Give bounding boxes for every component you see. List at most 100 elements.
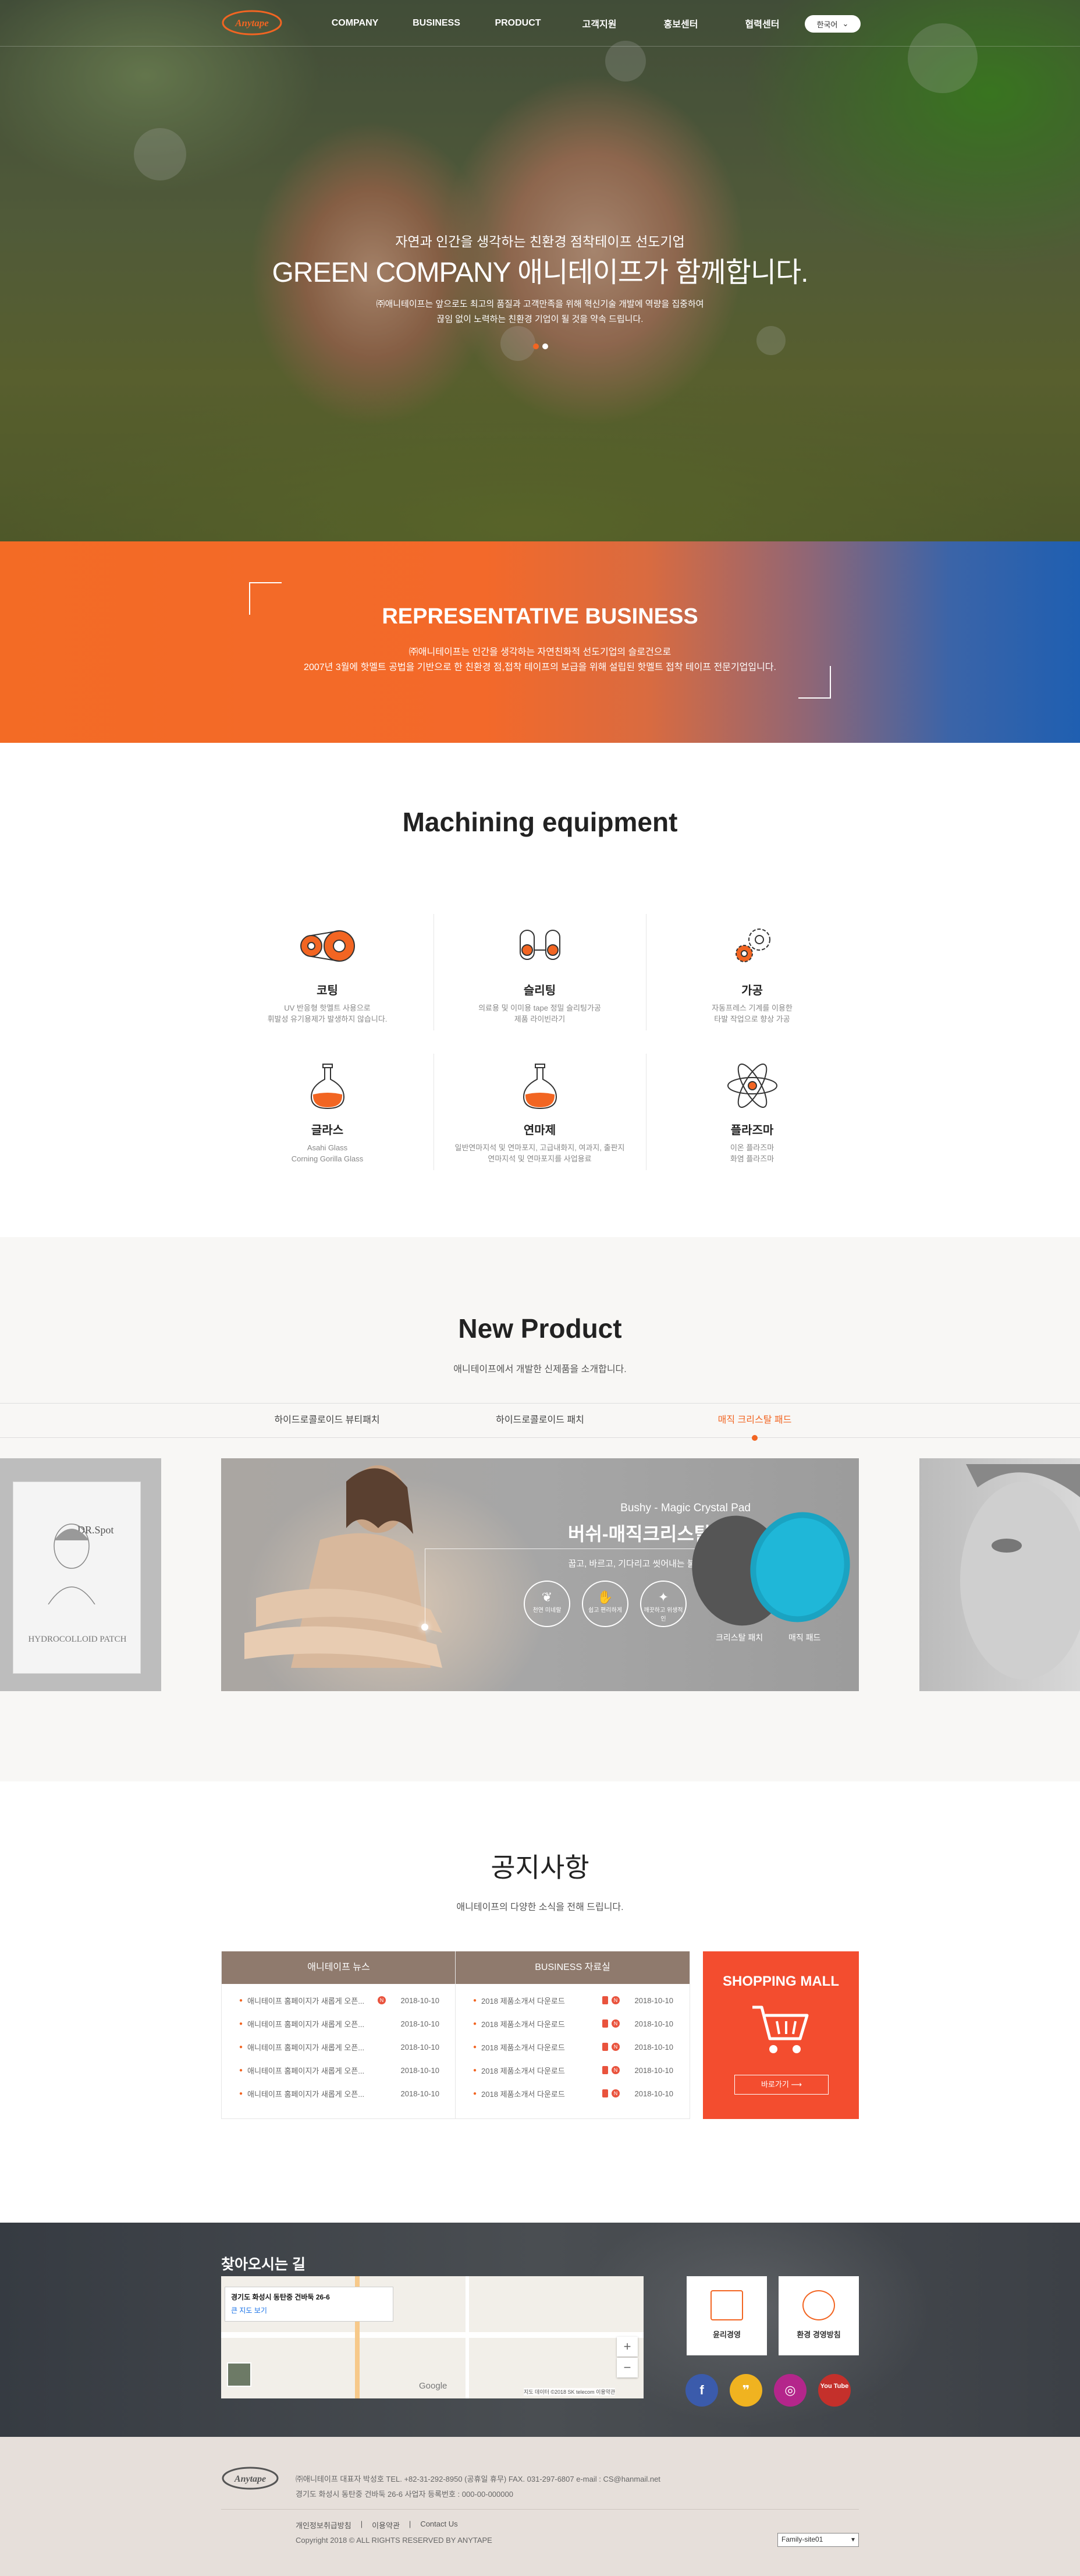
list-item[interactable]: ●애니테이프 홈페이지가 새롭게 오픈...N2018-10-10 xyxy=(222,2058,456,2082)
item-title: 2018 제품소개서 다운로드 xyxy=(481,2043,565,2052)
item-title: 애니테이프 홈페이지가 새롭게 오픈... xyxy=(247,2019,365,2029)
nav-product[interactable]: PRODUCT xyxy=(477,18,559,29)
bullet-icon: ● xyxy=(473,2043,477,2050)
list-item[interactable]: ●애니테이프 홈페이지가 새롭게 오픈...N2018-10-10 xyxy=(222,1989,456,2012)
new-badge-icon: N xyxy=(612,2089,620,2097)
machining-item-name: 플라즈마 xyxy=(730,1124,774,1137)
item-title: 2018 제품소개서 다운로드 xyxy=(481,2089,565,2099)
item-date: 2018-10-10 xyxy=(634,2019,674,2028)
facebook-icon[interactable]: f xyxy=(685,2374,718,2407)
active-tab-indicator xyxy=(752,1435,758,1441)
rep-desc-line: ㈜애니테이프는 인간을 생각하는 자연친화적 선도기업의 슬로건으로 xyxy=(408,647,672,657)
flask-icon xyxy=(310,1064,344,1110)
language-select[interactable]: 한국어 ⌄ xyxy=(805,15,861,33)
nav-partner-center[interactable]: 협력센터 xyxy=(722,16,803,30)
new-product-title: New Product xyxy=(458,1313,622,1344)
atom-icon xyxy=(727,1063,777,1108)
list-item[interactable]: ●애니테이프 홈페이지가 새롭게 오픈...N2018-10-10 xyxy=(222,2082,456,2105)
site-header: Anytape COMPANY BUSINESS PRODUCT 고객지원 홍보… xyxy=(0,0,1080,47)
shopping-mall-box[interactable]: SHOPPING MALL 바로가기 ⟶ xyxy=(703,1951,859,2119)
model-silhouette xyxy=(244,1465,442,1668)
list-item[interactable]: ● 2018 제품소개서 다운로드 N 2018-10-10 xyxy=(456,2035,690,2058)
file-icon xyxy=(602,2066,608,2074)
new-badge-icon: N xyxy=(612,1996,620,2004)
list-item[interactable]: ● 2018 제품소개서 다운로드 N 2018-10-10 xyxy=(456,2058,690,2082)
map-zoom-in-button[interactable]: + xyxy=(617,2337,638,2357)
item-title: 2018 제품소개서 다운로드 xyxy=(481,2066,565,2075)
board-header[interactable]: BUSINESS 자료실 xyxy=(456,1951,690,1984)
family-site-select[interactable]: Family-site01 ▾ xyxy=(777,2533,859,2547)
list-item[interactable]: ● 2018 제품소개서 다운로드 N 2018-10-10 xyxy=(456,1989,690,2012)
list-item[interactable]: ● 2018 제품소개서 다운로드 N 2018-10-10 xyxy=(456,2012,690,2035)
new-product-section: New Product 애니테이프에서 개발한 신제품을 소개합니다. 하이드로… xyxy=(0,1237,1080,1781)
youtube-icon[interactable]: You Tube xyxy=(818,2374,851,2407)
bullet-icon: ● xyxy=(239,2067,243,2074)
nav-support[interactable]: 고객지원 xyxy=(559,16,640,30)
product-card-main[interactable]: Bushy - Magic Crystal Pad 버쉬-매직크리스탈 패드 꿉… xyxy=(221,1458,859,1691)
bullet-icon: ● xyxy=(473,2067,477,2074)
board-list: ● 애니테이프 홈페이지가 새롭게 오픈... N 2018-10-10 ● 애니테이프… xyxy=(222,1984,456,2105)
new-badge-icon: N xyxy=(612,2066,620,2074)
machining-item-slitting[interactable]: 슬리팅 의료용 및 이미용 tape 정밀 슬리팅가공 제품 라이빈라기 xyxy=(434,908,646,1036)
list-item[interactable]: ●애니테이프 홈페이지가 새롭게 오픈...N2018-10-10 xyxy=(222,2012,456,2035)
map-satellite-toggle[interactable] xyxy=(227,2362,251,2387)
machining-item-processing[interactable]: 가공 자동프레스 기계를 이용한 타발 작업으로 향상 가공 xyxy=(646,908,858,1036)
chevron-down-icon: ⌄ xyxy=(842,19,849,28)
machining-item-glass[interactable]: 글라스 Asahi Glass Corning Gorilla Glass xyxy=(221,1048,434,1176)
tab-beauty-patch[interactable]: 하이드로콜로이드 뷰티패치 xyxy=(246,1404,408,1437)
list-item[interactable]: ● 2018 제품소개서 다운로드 N 2018-10-10 xyxy=(456,2082,690,2105)
footer-logo[interactable]: Anytape xyxy=(221,2465,279,2492)
product-card-next[interactable] xyxy=(919,1458,1080,1691)
instagram-icon[interactable]: ◎ xyxy=(774,2374,807,2407)
hero-dot-1[interactable] xyxy=(533,343,539,349)
privacy-policy-link[interactable]: 개인정보취급방침 xyxy=(296,2520,351,2531)
environment-policy-box[interactable]: 환경 경영방침 xyxy=(779,2276,859,2355)
map-address: 경기도 화성시 동탄중 건바둑 26-6 xyxy=(231,2293,330,2301)
item-date: 2018-10-10 xyxy=(634,2065,674,2075)
hero-dot-2[interactable] xyxy=(542,343,548,349)
directions-title: 찾아오시는 길 xyxy=(221,2256,305,2273)
shop-title: SHOPPING MALL xyxy=(722,1973,839,1989)
feature-circle: ✦ 깨끗하고 위생적인 xyxy=(640,1581,687,1627)
hand-icon: ✋ xyxy=(597,1590,613,1604)
tab-magic-crystal-pad[interactable]: 매직 크리스탈 패드 xyxy=(673,1404,836,1437)
chevron-down-icon: ▾ xyxy=(851,2535,855,2543)
ethics-management-box[interactable]: 윤리경영 xyxy=(687,2276,767,2355)
machining-item-coating[interactable]: 코팅 UV 반응형 핫멜트 사용으로 휘발성 유기용제가 발생하지 않습니다. xyxy=(221,908,434,1036)
hero-desc-line: ㈜애니테이프는 앞으로도 최고의 품질과 고객만족을 위해 혁신기술 개발에 역… xyxy=(376,299,704,309)
bullet-icon: ● xyxy=(473,2090,477,2097)
product-tabs: 하이드로콜로이드 뷰티패치 하이드로콜로이드 패치 매직 크리스탈 패드 xyxy=(0,1403,1080,1438)
family-site-label: Family-site01 xyxy=(781,2535,823,2543)
hero-desc-line: 끊임 없이 노력하는 친환경 기업이 될 것을 약속 드립니다. xyxy=(436,314,644,324)
machining-item-plasma[interactable]: 플라즈마 이온 플라즈마 화염 플라즈마 xyxy=(646,1048,858,1176)
hero-pagination xyxy=(533,343,548,349)
representative-business: REPRESENTATIVE BUSINESS ㈜애니테이프는 인간을 생각하는… xyxy=(0,541,1080,743)
coating-roller-icon xyxy=(300,930,355,962)
map-road xyxy=(466,2276,469,2398)
company-info: ㈜애니테이프 대표자 박성호 TEL. +82-31-292-8950 (공휴일… xyxy=(296,2475,660,2483)
hero-title: GREEN COMPANY 애니테이프가 함께합니다. xyxy=(272,257,808,288)
shop-go-button[interactable]: 바로가기 ⟶ xyxy=(734,2075,829,2095)
list-item[interactable]: ●애니테이프 홈페이지가 새롭게 오픈...N2018-10-10 xyxy=(222,2035,456,2058)
nav-company[interactable]: COMPANY xyxy=(314,18,396,29)
product-card-prev[interactable]: DR.Spot HYDROCOLLOID PATCH xyxy=(0,1458,161,1691)
desc-line: 의료용 및 이미용 tape 정밀 슬리팅가공 xyxy=(478,1004,601,1012)
logo[interactable]: Anytape xyxy=(221,8,283,37)
machining-item-abrasive[interactable]: 연마제 일반연마지석 및 연마포지, 고급내화지, 여과지, 출판지 연마지석 … xyxy=(434,1048,646,1176)
contact-link[interactable]: Contact Us xyxy=(420,2520,457,2531)
terms-link[interactable]: 이용약관 xyxy=(372,2520,400,2531)
map-embed[interactable]: 경기도 화성시 동탄중 건바둑 26-6 큰 지도 보기 + − Google … xyxy=(221,2276,644,2398)
map-zoom-out-button[interactable]: − xyxy=(617,2358,638,2377)
nav-pr-center[interactable]: 홍보센터 xyxy=(640,16,722,30)
machining-item-desc: UV 반응형 핫멜트 사용으로 휘발성 유기용제가 발생하지 않습니다. xyxy=(221,1002,434,1025)
business-archive-board: BUSINESS 자료실 ● 2018 제품소개서 다운로드 N 2018-10-10… xyxy=(455,1951,690,2119)
kakaostory-icon[interactable]: ❞ xyxy=(730,2374,762,2407)
rep-desc-line: 2007년 3월에 핫멜트 공법을 기반으로 한 친환경 점,접착 테이프의 보… xyxy=(304,662,776,672)
language-label: 한국어 xyxy=(816,20,838,29)
tab-hydrocolloid-patch[interactable]: 하이드로콜로이드 패치 xyxy=(459,1404,621,1437)
nav-business[interactable]: BUSINESS xyxy=(396,18,477,29)
map-larger-link[interactable]: 큰 지도 보기 xyxy=(231,2305,387,2315)
hero-subtitle: 자연과 인간을 생각하는 친환경 점착테이프 선도기업 xyxy=(395,234,685,249)
board-header[interactable]: 애니테이프 뉴스 xyxy=(222,1951,456,1984)
pad-label: 매직 패드 xyxy=(788,1633,821,1642)
